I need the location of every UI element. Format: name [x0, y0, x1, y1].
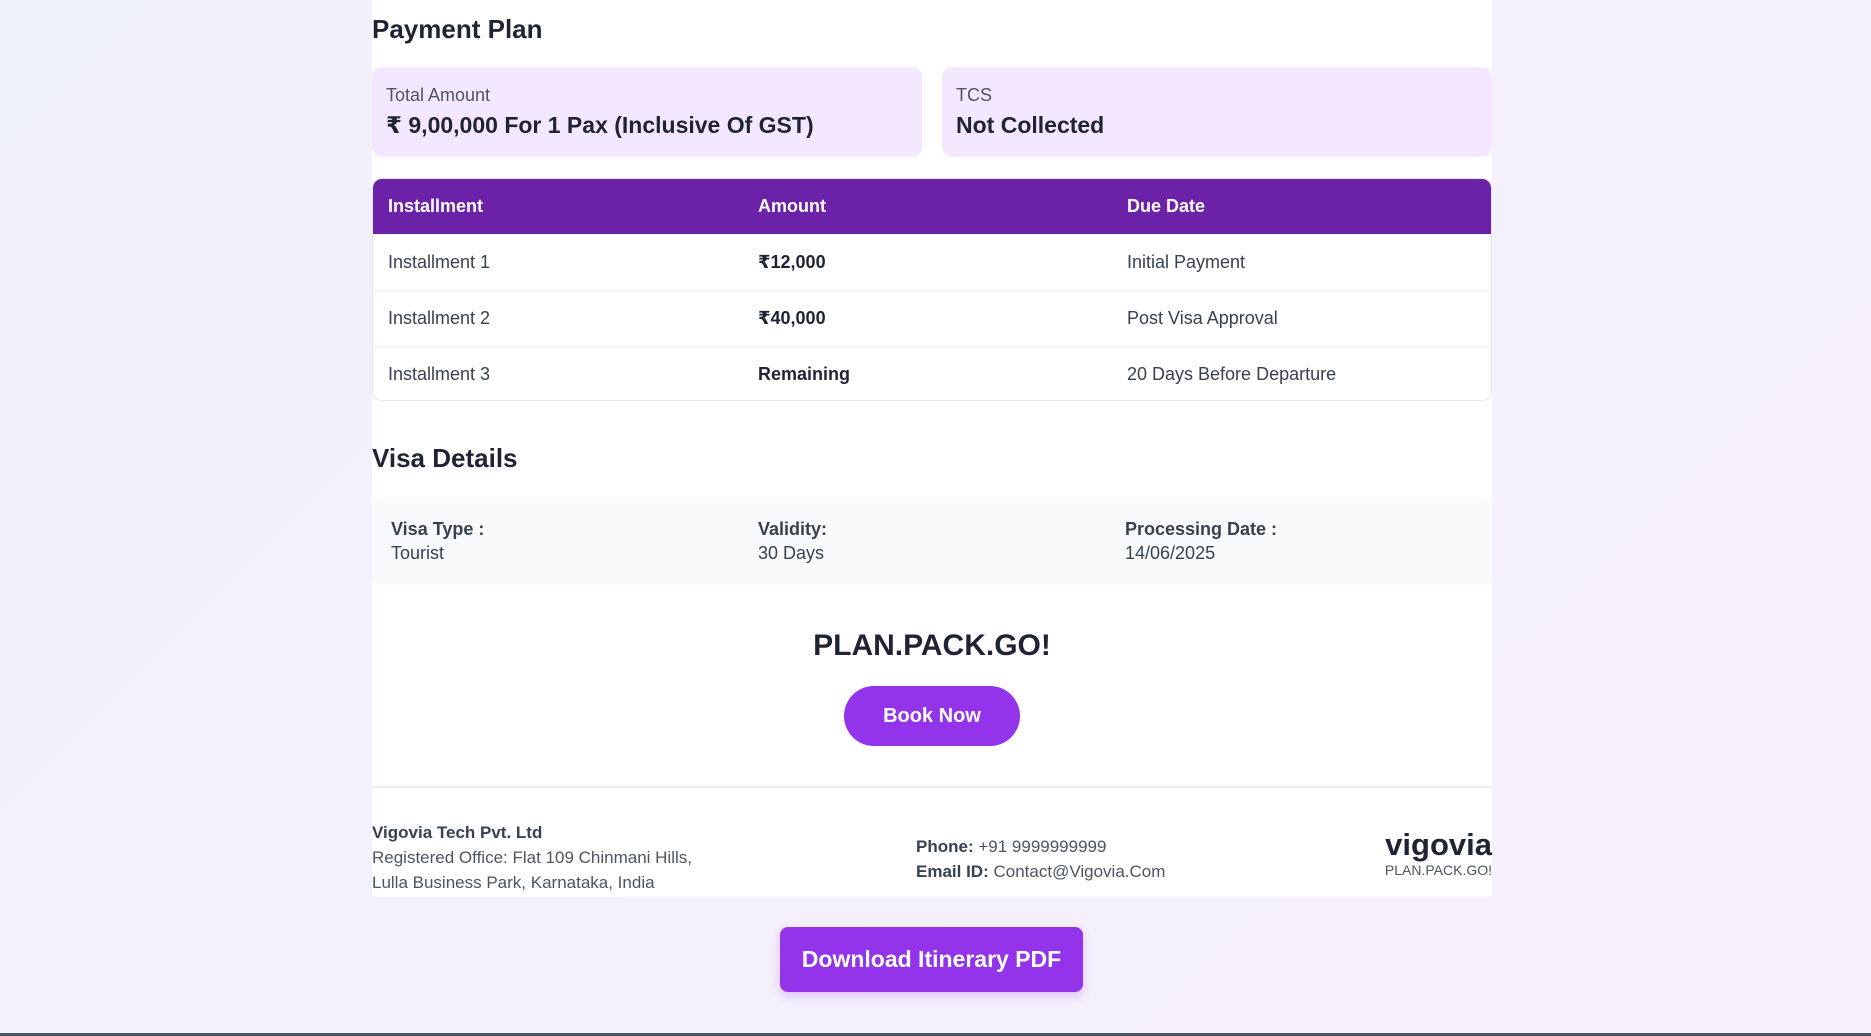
total-amount-card: Total Amount ₹ 9,00,000 For 1 Pax (Inclu…: [372, 67, 922, 157]
installment-table: Installment Amount Due Date Installment …: [372, 178, 1492, 401]
processing-date-label: Processing Date :: [1125, 519, 1278, 539]
phone-line: Phone: +91 9999999999: [916, 834, 1165, 859]
processing-date-value: 14/06/2025: [1125, 543, 1216, 563]
payment-plan-title: Payment Plan: [372, 14, 543, 44]
visa-type: Visa Type : Tourist: [372, 519, 739, 585]
phone-value: +91 9999999999: [978, 837, 1107, 856]
installment-cell: Installment 2: [388, 308, 491, 328]
table-row: Installment 3 Remaining 20 Days Before D…: [373, 346, 1491, 400]
tcs-value: Not Collected: [956, 112, 1105, 138]
cta-tagline: PLAN.PACK.GO!: [813, 629, 1051, 662]
tcs-label: TCS: [956, 85, 992, 105]
total-amount-value: ₹ 9,00,000 For 1 Pax (Inclusive Of GST): [386, 112, 814, 138]
footer-contact-info: Phone: +91 9999999999 Email ID: Contact@…: [916, 834, 1165, 884]
visa-validity-value: 30 Days: [758, 543, 825, 563]
itinerary-page: Payment Plan Total Amount ₹ 9,00,000 For…: [372, 0, 1492, 897]
amount-cell: ₹40,000: [758, 308, 826, 328]
amount-cell: Remaining: [758, 364, 851, 384]
visa-type-label: Visa Type :: [391, 519, 485, 539]
visa-details-title: Visa Details: [372, 443, 518, 473]
visa-type-value: Tourist: [391, 543, 445, 563]
column-header-amount: Amount: [758, 196, 826, 216]
footer-company-info: Vigovia Tech Pvt. Ltd Registered Office:…: [372, 820, 692, 895]
address-line-1: Registered Office: Flat 109 Chinmani Hil…: [372, 848, 692, 867]
address-line-2: Lulla Business Park, Karnataka, India: [372, 873, 655, 892]
email-line: Email ID: Contact@Vigovia.Com: [916, 859, 1165, 884]
installment-cell: Installment 1: [388, 252, 491, 272]
footer-divider: [372, 786, 1492, 788]
due-date-cell: 20 Days Before Departure: [1127, 364, 1337, 384]
table-row: Installment 1 ₹12,000 Initial Payment: [373, 234, 1491, 290]
visa-processing-date: Processing Date : 14/06/2025: [1106, 519, 1473, 585]
book-now-button[interactable]: Book Now: [844, 686, 1020, 746]
email-label: Email ID:: [916, 862, 989, 881]
table-row: Installment 2 ₹40,000 Post Visa Approval: [373, 290, 1491, 346]
amount-cell: ₹12,000: [758, 252, 826, 272]
visa-validity-label: Validity:: [758, 519, 828, 539]
brand-logo-block: vigovia PLAN.PACK.GO!: [1384, 827, 1492, 879]
email-value: Contact@Vigovia.Com: [993, 862, 1166, 881]
visa-validity: Validity: 30 Days: [739, 519, 1106, 585]
tcs-card: TCS Not Collected: [942, 67, 1492, 157]
company-name: Vigovia Tech Pvt. Ltd: [372, 823, 543, 842]
brand-logo: vigovia: [1385, 827, 1492, 862]
due-date-cell: Post Visa Approval: [1127, 308, 1278, 328]
table-header: Installment Amount Due Date: [373, 179, 1491, 234]
installment-cell: Installment 3: [388, 364, 491, 384]
visa-details-box: Visa Type : Tourist Validity: 30 Days Pr…: [372, 497, 1492, 585]
column-header-due-date: Due Date: [1127, 196, 1206, 216]
brand-tagline: PLAN.PACK.GO!: [1384, 862, 1492, 878]
due-date-cell: Initial Payment: [1127, 252, 1246, 272]
total-amount-label: Total Amount: [386, 85, 491, 105]
column-header-installment: Installment: [388, 196, 484, 216]
phone-label: Phone:: [916, 837, 974, 856]
download-itinerary-pdf-button[interactable]: Download Itinerary PDF: [780, 927, 1083, 992]
